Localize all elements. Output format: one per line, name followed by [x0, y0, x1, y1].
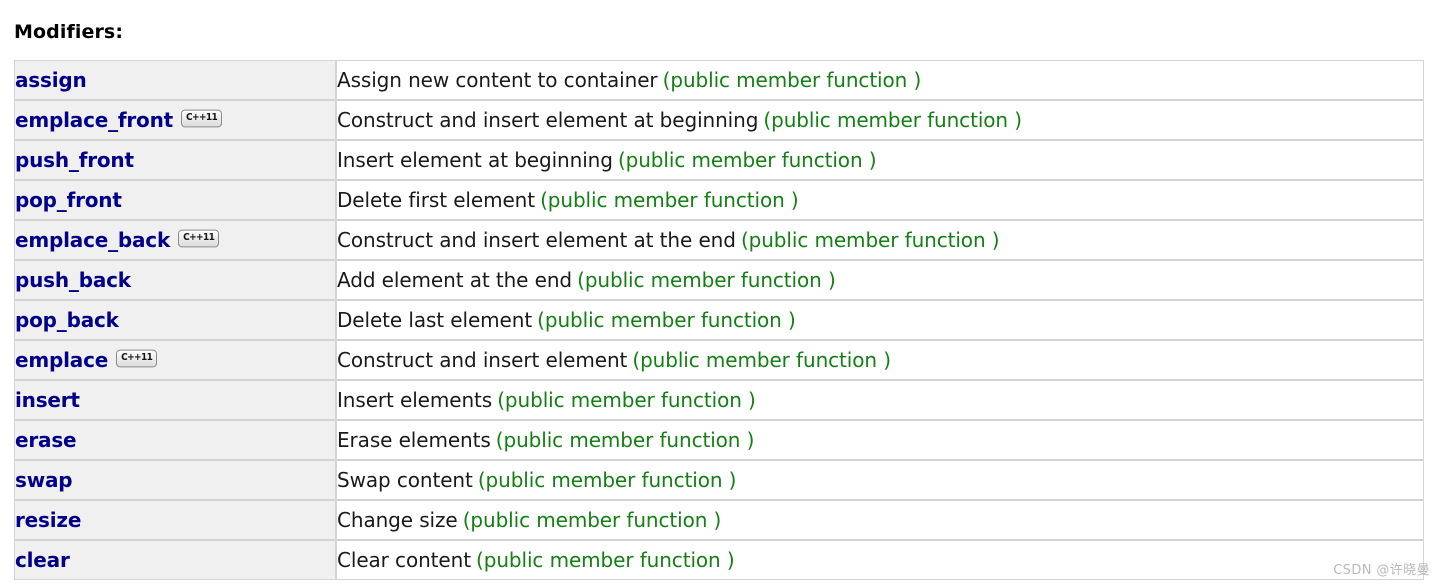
function-description-cell: Construct and insert element at beginnin…: [336, 99, 1424, 140]
page-title: Modifiers:: [14, 20, 124, 43]
function-description-cell: Assign new content to container (public …: [336, 59, 1424, 100]
function-description-cell: Change size (public member function ): [336, 499, 1424, 540]
function-link-swap[interactable]: swap: [15, 468, 73, 492]
function-kind-label: (public member function ): [497, 387, 756, 412]
function-name-cell: push_front: [14, 139, 336, 180]
modifiers-table: assign Assign new content to container (p…: [14, 59, 1424, 580]
function-description: Delete last element: [337, 307, 533, 332]
function-description: Insert element at beginning: [337, 147, 613, 172]
cxx11-badge-icon: C++11: [181, 109, 223, 128]
function-name-cell: assign: [14, 59, 336, 100]
cxx11-badge-icon: C++11: [116, 349, 158, 368]
function-description: Construct and insert element at the end: [337, 227, 736, 252]
function-kind-label: (public member function ): [763, 107, 1022, 132]
function-link-emplace_back[interactable]: emplace_back: [15, 228, 170, 252]
table-row: emplace C++11 Construct and insert element…: [14, 339, 1424, 380]
function-description-cell: Insert elements (public member function …: [336, 379, 1424, 420]
function-description: Insert elements: [337, 387, 493, 412]
function-link-push_back[interactable]: push_back: [15, 268, 131, 292]
function-link-resize[interactable]: resize: [15, 508, 81, 532]
function-link-erase[interactable]: erase: [15, 428, 77, 452]
function-name-cell: resize: [14, 499, 336, 540]
function-kind-label: (public member function ): [537, 307, 796, 332]
function-name-cell: insert: [14, 379, 336, 420]
table-row: emplace_back C++11 Construct and insert el…: [14, 219, 1424, 260]
function-kind-label: (public member function ): [617, 147, 877, 172]
modifiers-table-body: assign Assign new content to container (p…: [14, 59, 1424, 580]
table-row: push_back Add element at the end (public …: [14, 259, 1424, 300]
function-kind-label: (public member function ): [662, 67, 922, 92]
function-name-cell: emplace_back C++11: [14, 219, 336, 260]
table-row: emplace_front C++11 Construct and insert e…: [14, 99, 1424, 140]
function-name-cell: emplace C++11: [14, 339, 336, 380]
function-link-push_front[interactable]: push_front: [15, 148, 134, 172]
function-description-cell: Erase elements (public member function ): [336, 419, 1424, 460]
function-description: Erase elements: [337, 427, 491, 452]
function-name-cell: pop_front: [14, 179, 336, 220]
function-kind-label: (public member function ): [540, 187, 799, 212]
table-row: swap Swap content (public member function…: [14, 459, 1424, 500]
function-description-cell: Swap content (public member function ): [336, 459, 1424, 500]
function-description: Assign new content to container: [337, 67, 658, 92]
table-row: clear Clear content (public member functi…: [14, 539, 1424, 580]
function-kind-label: (public member function ): [477, 467, 737, 492]
function-kind-label: (public member function ): [462, 507, 722, 532]
function-kind-label: (public member function ): [577, 267, 836, 292]
function-link-emplace_front[interactable]: emplace_front: [15, 108, 173, 132]
function-description-cell: Add element at the end (public member fu…: [336, 259, 1424, 300]
function-description-cell: Clear content (public member function ): [336, 539, 1424, 580]
table-row: push_front Insert element at beginning (p…: [14, 139, 1424, 180]
function-description-cell: Delete first element (public member func…: [336, 179, 1424, 220]
function-description-cell: Construct and insert element (public mem…: [336, 339, 1424, 380]
function-description-cell: Delete last element (public member funct…: [336, 299, 1424, 340]
function-description: Construct and insert element: [337, 347, 628, 372]
function-name-cell: clear: [14, 539, 336, 580]
cxx11-badge-icon: C++11: [178, 229, 220, 248]
function-description-cell: Construct and insert element at the end …: [336, 219, 1424, 260]
function-kind-label: (public member function ): [740, 227, 1000, 252]
table-row: erase Erase elements (public member funct…: [14, 419, 1424, 460]
function-link-pop_back[interactable]: pop_back: [15, 308, 119, 332]
function-description: Construct and insert element at beginnin…: [337, 107, 759, 132]
function-name-cell: erase: [14, 419, 336, 460]
function-description: Change size: [337, 507, 458, 532]
function-description: Swap content: [337, 467, 473, 492]
function-name-cell: pop_back: [14, 299, 336, 340]
function-kind-label: (public member function ): [495, 427, 755, 452]
function-link-assign[interactable]: assign: [15, 68, 87, 92]
function-link-insert[interactable]: insert: [15, 388, 80, 412]
function-description: Add element at the end: [337, 267, 573, 292]
table-row: assign Assign new content to container (p…: [14, 59, 1424, 100]
function-name-cell: push_back: [14, 259, 336, 300]
table-row: insert Insert elements (public member fun…: [14, 379, 1424, 420]
watermark: CSDN @许晓曼: [1333, 562, 1430, 578]
function-description-cell: Insert element at beginning (public memb…: [336, 139, 1424, 180]
function-name-cell: swap: [14, 459, 336, 500]
function-link-emplace[interactable]: emplace: [15, 348, 108, 372]
table-row: pop_front Delete first element (public me…: [14, 179, 1424, 220]
function-kind-label: (public member function ): [632, 347, 891, 372]
table-row: pop_back Delete last element (public memb…: [14, 299, 1424, 340]
table-row: resize Change size (public member functio…: [14, 499, 1424, 540]
function-link-pop_front[interactable]: pop_front: [15, 188, 122, 212]
function-description: Delete first element: [337, 187, 535, 212]
function-name-cell: emplace_front C++11: [14, 99, 336, 140]
